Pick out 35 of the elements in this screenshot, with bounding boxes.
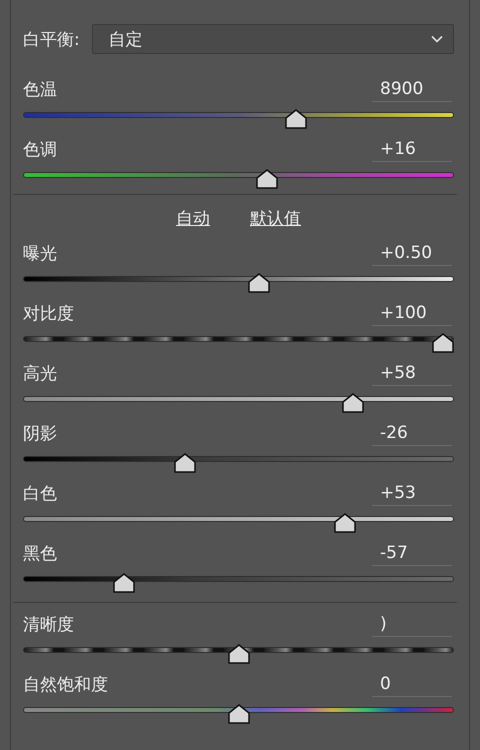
value-field[interactable]: 8900 — [372, 77, 452, 102]
slider-thumb[interactable] — [228, 704, 250, 724]
slider-label: 阴影 — [23, 423, 57, 446]
slider-label: 高光 — [23, 363, 57, 386]
slider-label: 对比度 — [23, 303, 74, 326]
value-field[interactable]: -57 — [372, 541, 452, 566]
balance-dropdown[interactable]: 自定 — [92, 24, 454, 54]
value-field[interactable]: +0.50 — [372, 241, 452, 266]
value-field[interactable]: +53 — [372, 481, 452, 506]
text-link[interactable]: 默认值 — [250, 207, 301, 230]
slider-thumb[interactable] — [228, 644, 250, 664]
value-field[interactable]: -26 — [372, 421, 452, 446]
slider-thumb[interactable] — [342, 393, 364, 413]
slider-thumb[interactable] — [284, 109, 307, 129]
slider-label: 清晰度 — [23, 614, 74, 637]
slider-thumb[interactable] — [256, 169, 278, 189]
slider-thumb[interactable] — [174, 453, 196, 473]
value-field[interactable]: ) — [372, 612, 452, 637]
value-field[interactable]: +16 — [372, 137, 452, 162]
value-field[interactable]: +58 — [372, 361, 452, 386]
slider-label: 自然饱和度 — [23, 674, 108, 697]
value-field[interactable]: 0 — [372, 672, 452, 697]
slider-thumb[interactable] — [248, 273, 270, 293]
slider-label: 色调 — [23, 139, 57, 162]
chevron-down-icon — [431, 35, 443, 43]
balance-label: 白平衡: — [23, 28, 80, 50]
text-link[interactable]: 自动 — [176, 207, 210, 230]
value-field[interactable]: +100 — [372, 301, 452, 326]
slider-label: 曝光 — [23, 243, 57, 266]
slider-label: 色温 — [23, 79, 57, 102]
slider-thumb[interactable] — [334, 513, 356, 533]
slider-thumb[interactable] — [432, 333, 454, 353]
slider-label: 白色 — [23, 483, 57, 506]
slider-label: 黑色 — [23, 543, 57, 566]
slider-thumb[interactable] — [112, 573, 135, 593]
